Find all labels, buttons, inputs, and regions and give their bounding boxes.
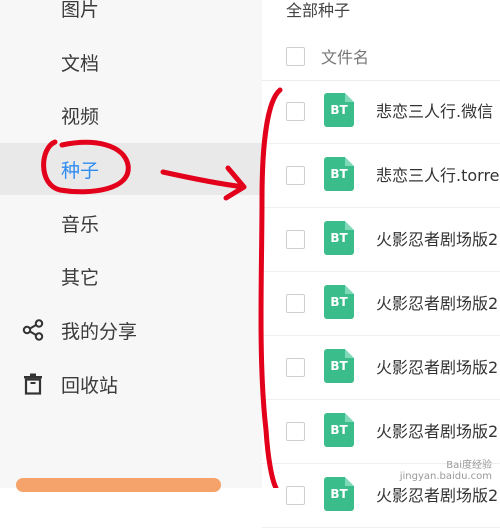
- file-type-badge: BT: [330, 295, 348, 309]
- sidebar-item-label: 回收站: [61, 374, 119, 397]
- sidebar-item-my-shares[interactable]: 我的分享: [0, 304, 262, 356]
- sidebar-item-label: 种子: [61, 159, 100, 182]
- sidebar-item-label: 音乐: [61, 213, 100, 236]
- file-name[interactable]: 火影忍者剧场版2: [376, 354, 498, 378]
- file-type-badge: BT: [330, 167, 348, 181]
- file-checkbox[interactable]: [286, 102, 305, 121]
- sidebar-item-recycle-bin[interactable]: 回收站: [0, 358, 262, 410]
- share-icon: [22, 319, 44, 341]
- sidebar-item-music[interactable]: 音乐: [0, 197, 262, 249]
- file-name[interactable]: 火影忍者剧场版2: [376, 482, 498, 506]
- file-row[interactable]: BT 火影忍者剧场版2: [262, 336, 500, 400]
- select-all-checkbox[interactable]: [286, 47, 305, 66]
- sidebar-item-videos[interactable]: 视频: [0, 89, 262, 141]
- sidebar-item-images[interactable]: 图片: [0, 0, 262, 34]
- bt-file-icon: BT: [324, 413, 354, 447]
- upload-button[interactable]: [16, 478, 221, 492]
- sidebar-item-label: 其它: [61, 266, 100, 289]
- sidebar-item-label: 文档: [61, 52, 100, 75]
- bt-file-icon: BT: [324, 93, 354, 127]
- sidebar-item-label: 图片: [61, 0, 100, 21]
- file-row[interactable]: BT 火影忍者剧场版2: [262, 272, 500, 336]
- file-row[interactable]: BT 火影忍者剧场版2: [262, 400, 500, 464]
- column-header-filename[interactable]: 文件名: [321, 44, 369, 68]
- file-checkbox[interactable]: [286, 294, 305, 313]
- bt-file-icon: BT: [324, 349, 354, 383]
- sidebar-item-other[interactable]: 其它: [0, 250, 262, 302]
- sidebar-item-torrents[interactable]: 种子: [0, 143, 262, 195]
- file-checkbox[interactable]: [286, 166, 305, 185]
- file-type-badge: BT: [330, 487, 348, 501]
- sidebar: 图片 文档 视频 种子 音乐 其它 我的分享 回收站: [0, 0, 262, 492]
- file-name[interactable]: 悲恋三人行.微信: [376, 98, 493, 122]
- file-checkbox[interactable]: [286, 422, 305, 441]
- file-checkbox[interactable]: [286, 230, 305, 249]
- file-list-panel: 全部种子 文件名 BT 悲恋三人行.微信 BT 悲恋三人行.torre BT 火…: [262, 0, 500, 528]
- file-checkbox[interactable]: [286, 486, 305, 505]
- bt-file-icon: BT: [324, 157, 354, 191]
- bt-file-icon: BT: [324, 285, 354, 319]
- file-type-badge: BT: [330, 231, 348, 245]
- sidebar-item-documents[interactable]: 文档: [0, 36, 262, 88]
- file-name[interactable]: 火影忍者剧场版2: [376, 290, 498, 314]
- bt-file-icon: BT: [324, 221, 354, 255]
- file-checkbox[interactable]: [286, 358, 305, 377]
- file-type-badge: BT: [330, 423, 348, 437]
- file-name[interactable]: 火影忍者剧场版2: [376, 226, 498, 250]
- breadcrumb: 全部种子: [286, 1, 351, 20]
- trash-icon: [24, 373, 42, 395]
- file-list-header: 文件名: [262, 36, 500, 81]
- watermark: Bai度经验 jingyan.baidu.com: [400, 460, 492, 482]
- file-row[interactable]: BT 悲恋三人行.微信: [262, 80, 500, 144]
- sidebar-item-label: 我的分享: [61, 320, 138, 343]
- bt-file-icon: BT: [324, 477, 354, 511]
- file-type-badge: BT: [330, 359, 348, 373]
- file-type-badge: BT: [330, 103, 348, 117]
- watermark-url: jingyan.baidu.com: [399, 471, 492, 482]
- file-name[interactable]: 悲恋三人行.torre: [376, 162, 500, 186]
- file-name[interactable]: 火影忍者剧场版2: [376, 418, 498, 442]
- sidebar-item-label: 视频: [61, 105, 100, 128]
- file-row[interactable]: BT 火影忍者剧场版2: [262, 208, 500, 272]
- file-row[interactable]: BT 悲恋三人行.torre: [262, 144, 500, 208]
- watermark-brand: Bai度经验: [446, 460, 492, 471]
